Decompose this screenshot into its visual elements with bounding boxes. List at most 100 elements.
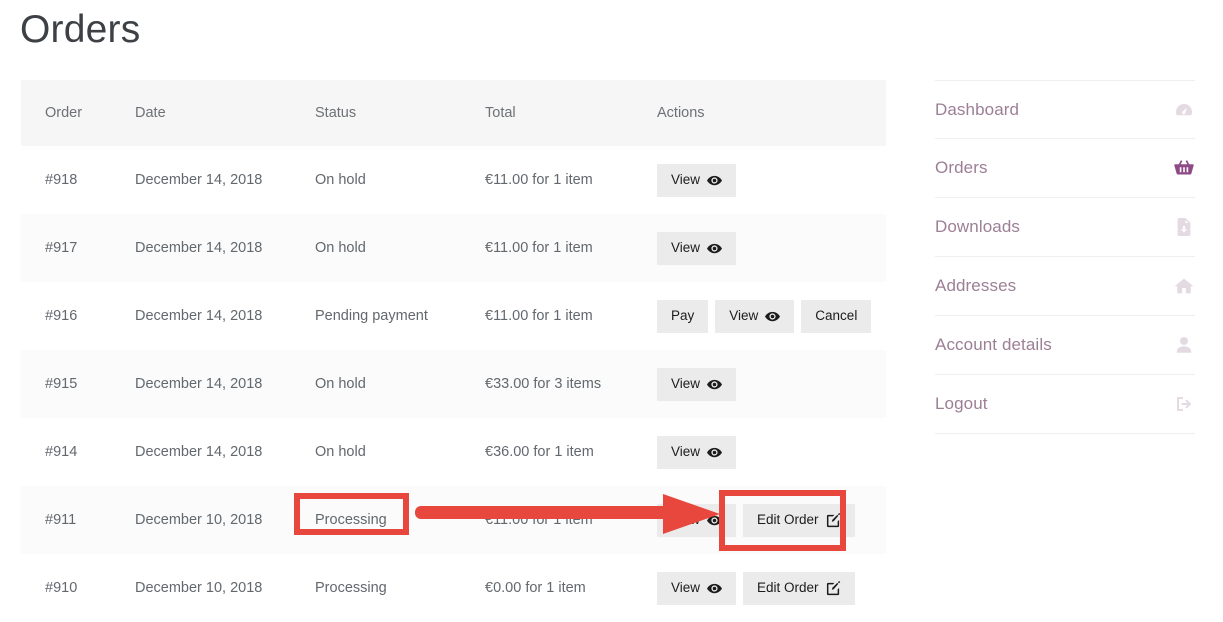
cell-order: #914 xyxy=(45,444,78,460)
pay-button[interactable]: Pay xyxy=(657,299,709,333)
button-label: View xyxy=(671,580,701,596)
sidebar-item-label: Downloads xyxy=(935,217,1021,236)
cell-date: December 14, 2018 xyxy=(135,308,263,324)
view-button[interactable]: View xyxy=(657,571,737,605)
view-button[interactable]: View xyxy=(715,299,795,333)
sidebar-item-logout[interactable]: Logout xyxy=(935,375,1195,434)
view-button[interactable]: View xyxy=(657,503,737,537)
button-label: Edit Order xyxy=(757,512,819,528)
cell-actions: Pay View Cancel xyxy=(633,282,886,350)
table-row: #915 December 14, 2018 On hold €33.00 for 3… xyxy=(21,350,886,418)
column-header-status: Status xyxy=(315,105,357,121)
button-label: View xyxy=(671,512,701,528)
column-header-total: Total xyxy=(485,105,516,121)
cell-date: December 14, 2018 xyxy=(135,376,263,392)
cell-date: December 14, 2018 xyxy=(135,444,263,460)
button-label: View xyxy=(671,444,701,460)
button-label: View xyxy=(671,376,701,392)
view-button[interactable]: View xyxy=(657,163,737,197)
table-row: #918 December 14, 2018 On hold €11.00 for 1… xyxy=(21,146,886,214)
cell-status: Processing xyxy=(315,580,387,596)
sidebar-item-addresses[interactable]: Addresses xyxy=(935,257,1195,316)
pencil-square-icon xyxy=(826,580,841,596)
view-button[interactable]: View xyxy=(657,367,737,401)
cell-status: On hold xyxy=(315,172,366,188)
sidebar-item-account-details[interactable]: Account details xyxy=(935,316,1195,375)
cell-date: December 14, 2018 xyxy=(135,240,263,256)
cell-date: December 10, 2018 xyxy=(135,580,263,596)
column-header-order: Order xyxy=(45,105,83,121)
cell-status: On hold xyxy=(315,240,366,256)
cell-order: #910 xyxy=(45,580,78,596)
sidebar-item-dashboard[interactable]: Dashboard xyxy=(935,80,1195,139)
cell-date: December 14, 2018 xyxy=(135,172,263,188)
cell-total: €36.00 for 1 item xyxy=(485,444,594,460)
cell-status: Processing xyxy=(315,512,387,528)
cell-total: €11.00 for 1 item xyxy=(485,512,593,528)
eye-icon xyxy=(707,445,723,460)
cell-order: #916 xyxy=(45,308,78,324)
user-icon xyxy=(1173,334,1195,356)
table-row: #917 December 14, 2018 On hold €11.00 for 1… xyxy=(21,214,886,282)
cell-order: #911 xyxy=(45,512,77,528)
cancel-button[interactable]: Cancel xyxy=(801,299,872,333)
cell-order: #917 xyxy=(45,240,78,256)
button-label: View xyxy=(671,240,701,256)
table-row: #916 December 14, 2018 Pending payment €11.… xyxy=(21,282,886,350)
sidebar-item-downloads[interactable]: Downloads xyxy=(935,198,1195,257)
cell-total: €0.00 for 1 item xyxy=(485,580,586,596)
button-label: View xyxy=(729,308,759,324)
eye-icon xyxy=(765,309,781,324)
cell-status: On hold xyxy=(315,444,366,460)
sidebar-item-label: Account details xyxy=(935,335,1052,354)
cell-order: #918 xyxy=(45,172,78,188)
eye-icon xyxy=(707,377,723,392)
eye-icon xyxy=(707,513,723,528)
button-label: Edit Order xyxy=(757,580,819,596)
table-row: #910 December 10, 2018 Processing €0.00 for… xyxy=(21,554,886,622)
account-navigation: Dashboard Orders Downloads Addresses Account… xyxy=(935,80,1195,434)
sidebar-item-label: Orders xyxy=(935,158,988,177)
orders-table: Order Date Status Total Actions #918 Dece… xyxy=(21,80,886,622)
cell-total: €11.00 for 1 item xyxy=(485,240,593,256)
edit-order-button[interactable]: Edit Order xyxy=(743,571,855,605)
table-body: #918 December 14, 2018 On hold €11.00 for 1… xyxy=(21,146,886,622)
table-header: Order Date Status Total Actions xyxy=(21,80,886,146)
dashboard-gauge-icon xyxy=(1173,99,1195,121)
sidebar-item-label: Dashboard xyxy=(935,99,1020,119)
eye-icon xyxy=(707,173,723,188)
shopping-basket-icon xyxy=(1173,157,1195,179)
sidebar-item-label: Addresses xyxy=(935,276,1017,295)
cell-total: €33.00 for 3 items xyxy=(485,376,602,392)
view-button[interactable]: View xyxy=(657,435,737,469)
button-label: Pay xyxy=(671,308,695,324)
file-download-icon xyxy=(1173,216,1195,238)
cell-actions: View Edit Order xyxy=(633,486,886,554)
cell-status: Pending payment xyxy=(315,308,428,324)
cell-actions: View xyxy=(633,350,886,418)
table-row: #911 December 10, 2018 Processing €11.00 fo… xyxy=(21,486,886,554)
cell-actions: View Edit Order xyxy=(633,554,886,622)
pencil-square-icon xyxy=(826,512,841,528)
sidebar-item-orders[interactable]: Orders xyxy=(935,139,1195,198)
cell-actions: View xyxy=(633,214,886,282)
button-label: Cancel xyxy=(815,308,858,324)
view-button[interactable]: View xyxy=(657,231,737,265)
cell-total: €11.00 for 1 item xyxy=(485,172,593,188)
eye-icon xyxy=(707,241,723,256)
edit-order-button[interactable]: Edit Order xyxy=(743,503,855,537)
sidebar-item-label: Logout xyxy=(935,394,988,413)
cell-actions: View xyxy=(633,146,886,214)
cell-order: #915 xyxy=(45,376,78,392)
logout-arrow-icon xyxy=(1173,393,1195,415)
cell-actions: View xyxy=(633,418,886,486)
eye-icon xyxy=(707,581,723,596)
page-title: Orders xyxy=(20,8,141,51)
column-header-date: Date xyxy=(135,105,166,121)
cell-status: On hold xyxy=(315,376,366,392)
home-icon xyxy=(1173,275,1195,297)
column-header-actions: Actions xyxy=(657,105,705,121)
table-row: #914 December 14, 2018 On hold €36.00 for 1… xyxy=(21,418,886,486)
table-header-row: Order Date Status Total Actions xyxy=(21,80,886,146)
cell-total: €11.00 for 1 item xyxy=(485,308,593,324)
